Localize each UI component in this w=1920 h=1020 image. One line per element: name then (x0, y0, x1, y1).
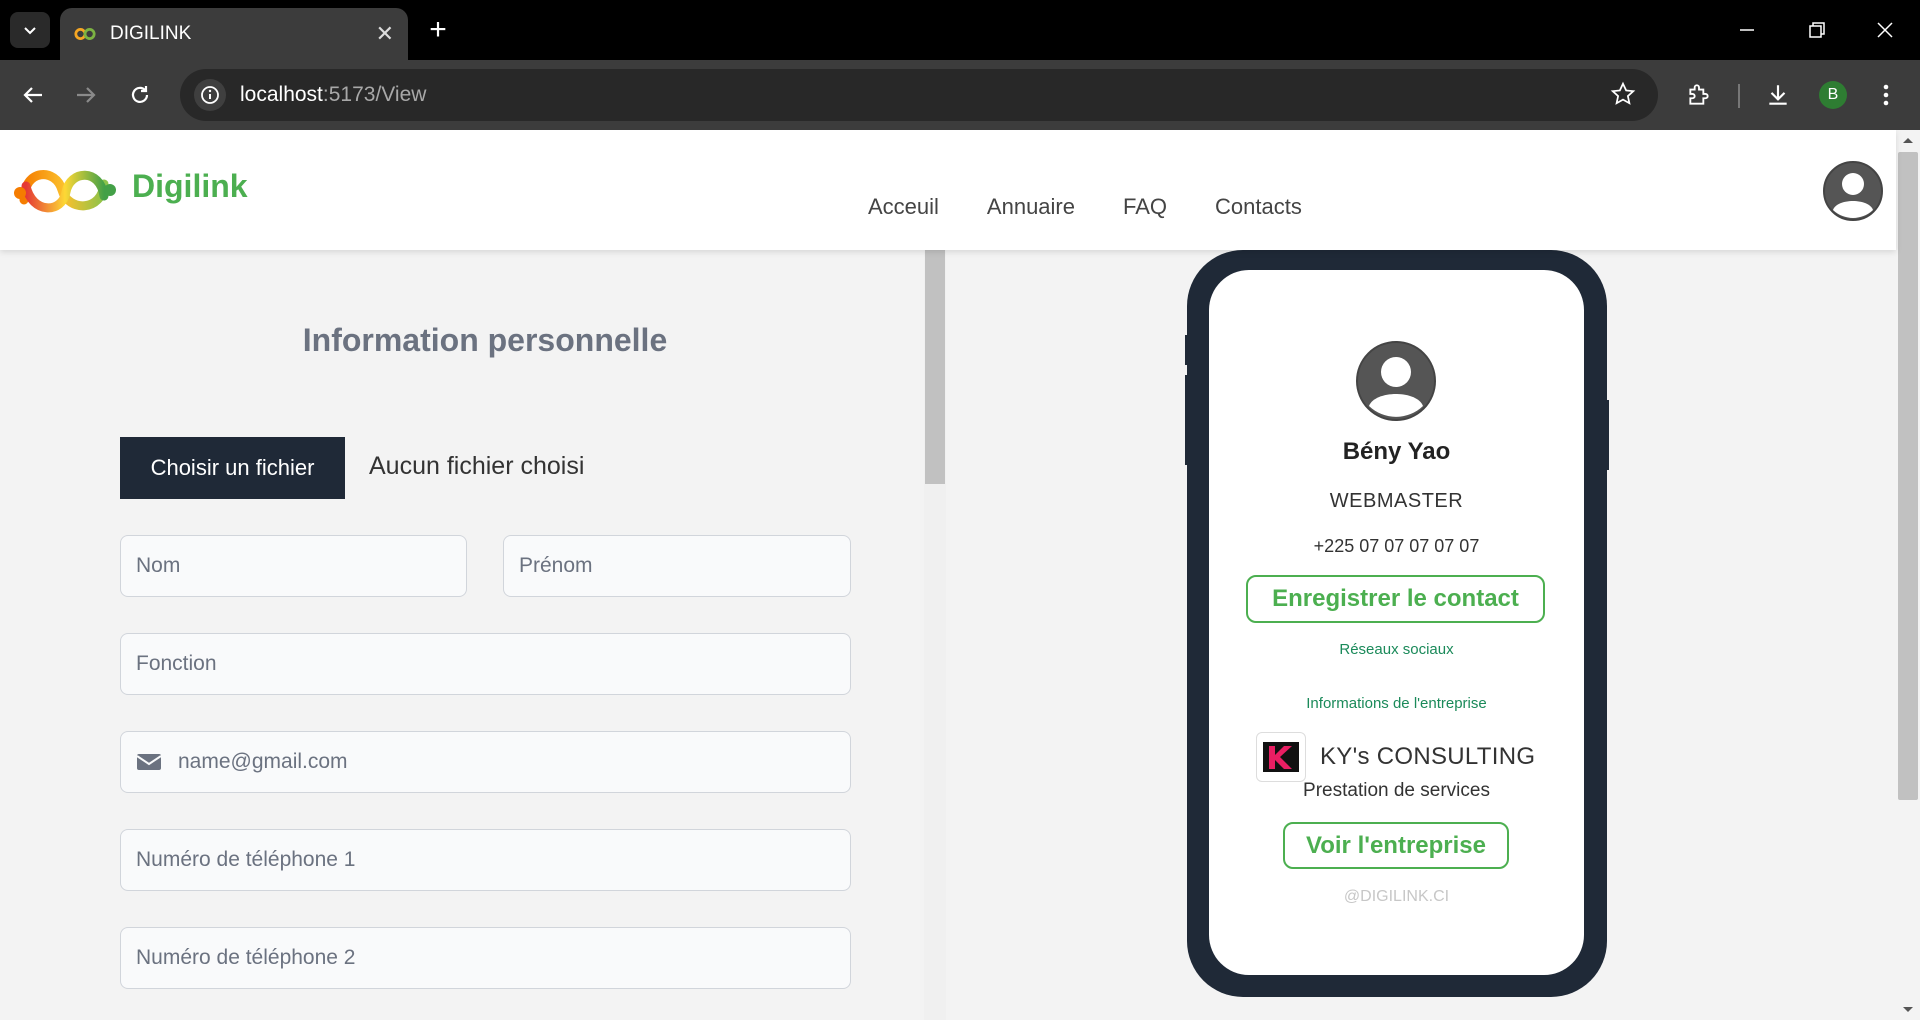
minimize-button[interactable] (1712, 0, 1782, 60)
nav-item-annuaire[interactable]: Annuaire (987, 194, 1075, 220)
restore-button[interactable] (1782, 0, 1852, 60)
contact-role: WEBMASTER (1329, 490, 1464, 512)
digilink-favicon-icon (74, 28, 96, 40)
card-footer: @DIGILINK.CI (1343, 888, 1450, 905)
more-vertical-icon (1883, 84, 1889, 106)
save-contact-button[interactable]: Enregistrer le contact (1246, 575, 1545, 623)
envelope-icon (136, 752, 162, 772)
extensions-button[interactable] (1681, 77, 1717, 113)
tab-search-button[interactable] (10, 12, 50, 48)
company-sector: Prestation de services (1303, 780, 1490, 801)
phone1-placeholder: Numéro de téléphone 1 (136, 848, 356, 871)
contact-avatar-icon (1356, 341, 1436, 421)
downloads-button[interactable] (1760, 77, 1796, 113)
main-nav: Acceuil Annuaire FAQ Contacts (868, 194, 1302, 220)
brand-name[interactable]: Digilink (132, 168, 248, 205)
email-placeholder: name@gmail.com (178, 750, 348, 773)
chevron-down-icon (24, 27, 36, 35)
bookmark-star-icon[interactable] (1610, 81, 1636, 112)
view-company-button[interactable]: Voir l'entreprise (1283, 822, 1509, 869)
file-status-text: Aucun fichier choisi (369, 452, 585, 480)
page-scrollbar-thumb[interactable] (1898, 152, 1918, 800)
site-info-icon[interactable] (194, 79, 226, 111)
reload-icon (131, 86, 149, 103)
new-tab-button[interactable]: + (420, 12, 456, 48)
phone2-input[interactable]: Numéro de téléphone 2 (120, 927, 851, 989)
close-window-button[interactable] (1850, 0, 1920, 60)
contact-name: Bény Yao (1342, 438, 1451, 465)
puzzle-icon (1689, 84, 1709, 105)
forward-button[interactable] (68, 77, 104, 113)
nav-item-faq[interactable]: FAQ (1123, 194, 1167, 220)
tab-title: DIGILINK (110, 23, 192, 44)
form-scrollbar-thumb[interactable] (925, 250, 945, 484)
page-viewport: Digilink Acceuil Annuaire FAQ Contacts I… (0, 130, 1920, 1020)
phone2-placeholder: Numéro de téléphone 2 (136, 946, 356, 969)
toolbar-separator (1738, 84, 1740, 108)
download-icon (1769, 85, 1787, 105)
nom-input[interactable]: Nom (120, 535, 467, 597)
prenom-placeholder: Prénom (519, 554, 593, 577)
scroll-down-icon[interactable] (1896, 1002, 1920, 1018)
company-row: KY's CONSULTING (1256, 732, 1535, 782)
phone-volume-button (1185, 375, 1191, 465)
phone-side-button (1185, 335, 1191, 365)
contact-phone: +225 07 07 07 07 07 (1313, 536, 1480, 556)
company-logo-icon (1256, 732, 1306, 782)
fonction-input[interactable]: Fonction (120, 633, 851, 695)
email-input[interactable]: name@gmail.com (120, 731, 851, 793)
profile-button[interactable]: B (1815, 77, 1851, 113)
prenom-input[interactable]: Prénom (503, 535, 851, 597)
minimize-icon (1740, 29, 1754, 31)
form-title: Information personnelle (302, 322, 668, 358)
address-bar[interactable]: localhost:5173/View (180, 69, 1658, 121)
nom-placeholder: Nom (136, 554, 181, 577)
company-info-link[interactable]: Informations de l'entreprise (1209, 695, 1584, 712)
browser-toolbar: localhost:5173/View B (0, 60, 1920, 130)
browser-tab[interactable]: DIGILINK ✕ (60, 8, 408, 60)
site-header: Digilink Acceuil Annuaire FAQ Contacts (0, 130, 1896, 250)
scroll-up-icon[interactable] (1896, 132, 1920, 148)
reload-button[interactable] (122, 77, 158, 113)
social-networks-link[interactable]: Réseaux sociaux (1209, 641, 1584, 658)
arrow-right-icon (77, 87, 96, 103)
profile-avatar: B (1819, 81, 1847, 109)
back-button[interactable] (15, 77, 51, 113)
nav-item-acceuil[interactable]: Acceuil (868, 194, 939, 220)
arrow-left-icon (23, 87, 42, 103)
tab-close-icon[interactable]: ✕ (376, 21, 394, 47)
url-text: localhost:5173/View (240, 83, 427, 106)
nav-item-contacts[interactable]: Contacts (1215, 194, 1302, 220)
restore-icon (1809, 22, 1825, 38)
digilink-logo-icon[interactable] (12, 160, 116, 222)
user-account-icon[interactable] (1822, 160, 1884, 222)
browser-menu-button[interactable] (1868, 77, 1904, 113)
fonction-placeholder: Fonction (136, 652, 217, 675)
close-icon (1877, 22, 1893, 38)
phone1-input[interactable]: Numéro de téléphone 1 (120, 829, 851, 891)
company-name: KY's CONSULTING (1320, 743, 1536, 770)
browser-tab-bar: DIGILINK ✕ + (0, 0, 1920, 60)
choose-file-button[interactable]: Choisir un fichier (120, 437, 345, 499)
phone-power-button (1603, 400, 1609, 470)
